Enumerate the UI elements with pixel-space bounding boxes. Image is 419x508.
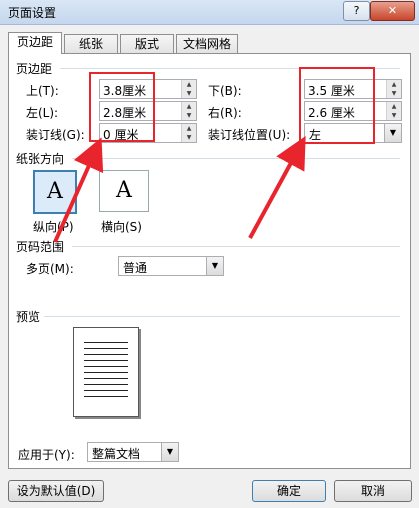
annotation-arrows	[53, 135, 306, 243]
tab-margins[interactable]: 页边距	[8, 32, 62, 54]
arrow-right	[248, 135, 306, 239]
arrow-left	[53, 137, 104, 243]
